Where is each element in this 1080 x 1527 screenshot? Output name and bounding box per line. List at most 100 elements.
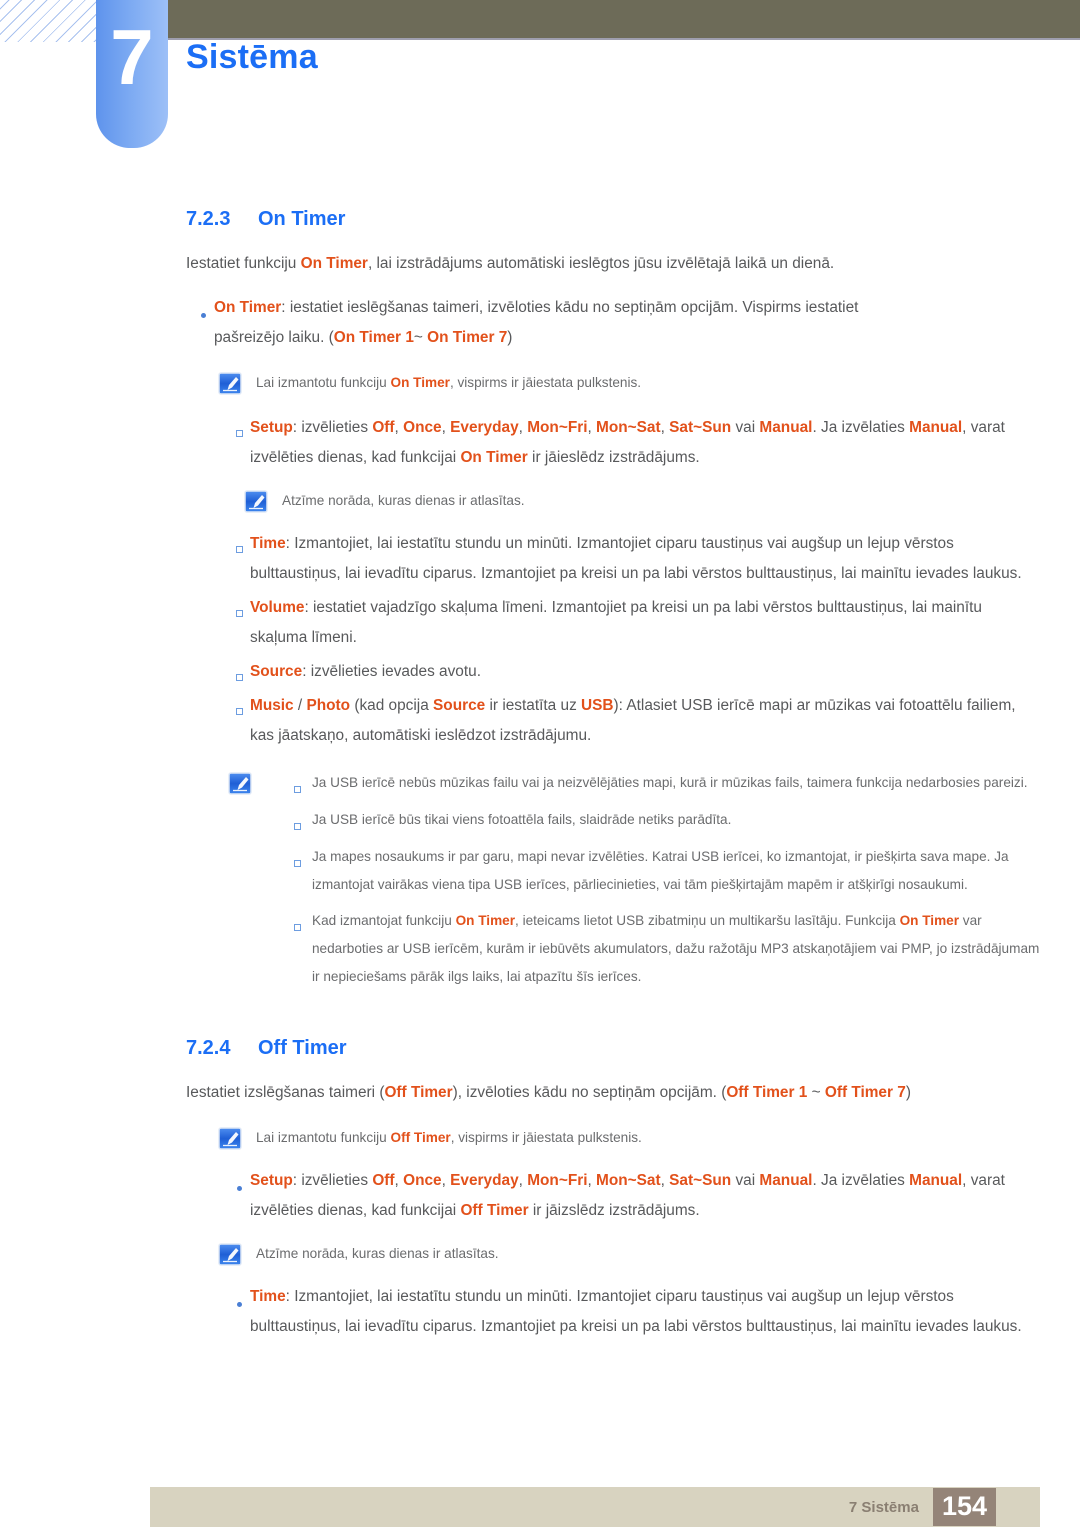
off-setup-option-manual: Manual [759, 1172, 813, 1189]
chapter-title: Sistēma [186, 38, 318, 76]
bullet-square-icon [286, 907, 308, 936]
on-timer-source-bullet: Source: izvēlieties ievades avotu. [228, 657, 1040, 687]
bullet-square-icon [228, 691, 250, 720]
off-setup-seg1: : izvēlieties [292, 1172, 373, 1189]
setup-seg3: . Ja izvēlaties [812, 419, 910, 436]
setup-option-mon-sat: Mon~Sat [596, 419, 661, 436]
off-intro-post: ) [905, 1084, 911, 1101]
off-setup-seg3: . Ja izvēlaties [812, 1172, 910, 1189]
intro-post: , lai izstrādājums automātiski ieslēgtos… [367, 255, 835, 272]
music-seg2: ir iestatīta uz [485, 697, 582, 714]
setup-on-timer-term: On Timer [460, 449, 528, 466]
section-heading-off-timer: 7.2.4 Off Timer [186, 1025, 1080, 1060]
off-timer-intro-paragraph: Iestatiet izslēgšanas taimeri (Off Timer… [186, 1078, 1046, 1108]
off-setup-option-mon-fri: Mon~Fri [527, 1172, 588, 1189]
bullet-square-icon [286, 843, 308, 872]
section-heading-on-timer: 7.2.3 On Timer [186, 196, 1080, 231]
footer-chapter-label: 7 Sistēma [848, 1498, 919, 1516]
note-usb-item-1: Ja USB ierīcē nebūs mūzikas failu vai ja… [286, 769, 1040, 798]
off-setup-term: Setup [250, 1172, 293, 1189]
note-usb-block: Ja USB ierīcē nebūs mūzikas failu vai ja… [228, 769, 1040, 991]
music-source-term: Source [433, 697, 486, 714]
off-setup-seg5: ir jāizslēdz izstrādājums. [528, 1202, 700, 1219]
off-note1-term: Off Timer [390, 1130, 451, 1145]
off-timer-range-sep: ~ [807, 1084, 825, 1101]
bullet-square-icon [286, 769, 308, 798]
setup-option-manual-2: Manual [909, 419, 963, 436]
time-term: Time [250, 535, 286, 552]
note-usb-item4-term2: On Timer [899, 913, 960, 928]
off-intro-term: Off Timer [384, 1084, 453, 1101]
note-usb-item4-term1: On Timer [455, 913, 516, 928]
note-pencil-icon [228, 772, 254, 796]
note-pencil-icon [244, 490, 270, 514]
note-usb-item-2-text: Ja USB ierīcē būs tikai viens fotoattēla… [312, 812, 732, 827]
off-timer-time-bullet: Time: Izmantojiet, lai iestatītu stundu … [228, 1282, 1040, 1342]
off-note1-post: , vispirms ir jāiestata pulkstenis. [450, 1130, 642, 1145]
bullet-square-icon [228, 657, 250, 686]
off-intro-mid: ), izvēloties kādu no septiņām opcijām. … [452, 1084, 727, 1101]
setup-option-sat-sun: Sat~Sun [669, 419, 732, 436]
off-setup-option-sat-sun: Sat~Sun [669, 1172, 732, 1189]
on-timer-line2-post: ) [507, 329, 513, 346]
off-setup-option-once: Once [403, 1172, 442, 1189]
page-footer: 7 Sistēma 154 [150, 1487, 1040, 1527]
footer-page-number: 154 [932, 1488, 996, 1526]
note-on-timer-checkmark-text: Atzīme norāda, kuras dienas ir atlasītas… [282, 493, 525, 508]
on-timer-range-sep: ~ [413, 329, 428, 346]
setup-option-manual: Manual [759, 419, 813, 436]
setup-option-everyday: Everyday [450, 419, 519, 436]
on-timer-range-start: On Timer 1 [333, 329, 414, 346]
off-setup-option-everyday: Everyday [450, 1172, 519, 1189]
music-seg1: (kad opcija [350, 697, 434, 714]
note1-term: On Timer [390, 375, 450, 390]
volume-body: : iestatiet vajadzīgo skaļuma līmeni. Iz… [250, 599, 982, 646]
section-number: 7.2.3 [186, 208, 231, 230]
footer-content: 7 Sistēma 154 [849, 1487, 996, 1527]
note-usb-item-3: Ja mapes nosaukums ir par garu, mapi nev… [286, 843, 1040, 899]
off-setup-seg2: vai [731, 1172, 760, 1189]
off-setup-option-off: Off [372, 1172, 395, 1189]
note-usb-item4-mid: , ieteicams lietot USB zibatmiņu un mult… [515, 913, 900, 928]
on-timer-line2-pre: pašreizējo laiku. ( [214, 329, 334, 346]
note1-post: , vispirms ir jāiestata pulkstenis. [449, 375, 642, 390]
note-pencil-icon [218, 372, 244, 396]
header-bar [150, 0, 1080, 38]
note-on-timer-clock-text: Lai izmantotu funkciju On Timer, vispirm… [252, 369, 641, 397]
bullet-dot-icon [192, 293, 214, 323]
off-setup-option-manual-2: Manual [909, 1172, 963, 1189]
bullet-dot-icon [228, 1166, 250, 1196]
music-photo-sep: / [293, 697, 307, 714]
setup-seg5: ir jāieslēdz izstrādājums. [527, 449, 700, 466]
source-term: Source [250, 663, 303, 680]
time-body: : Izmantojiet, lai iestatītu stundu un m… [250, 535, 1022, 582]
section-title: On Timer [258, 208, 346, 230]
on-timer-main-bullet: On Timer: iestatiet ieslēgšanas taimeri,… [192, 293, 1038, 353]
on-timer-music-photo-bullet: Music / Photo (kad opcija Source ir iest… [228, 691, 1040, 751]
note-pencil-icon [218, 1243, 244, 1267]
on-timer-line1: : iestatiet ieslēgšanas taimeri, izvēlot… [281, 299, 859, 316]
chapter-number-badge: 7 [96, 0, 168, 148]
intro-term: On Timer [300, 255, 368, 272]
setup-seg2: vai [731, 419, 760, 436]
note-on-timer-clock: Lai izmantotu funkciju On Timer, vispirm… [218, 369, 1038, 397]
on-timer-setup-bullet: Setup: izvēlieties Off, Once, Everyday, … [228, 413, 1040, 473]
note1-pre: Lai izmantotu funkciju [256, 375, 391, 390]
note-usb-item-3-text: Ja mapes nosaukums ir par garu, mapi nev… [312, 849, 1009, 892]
off-intro-pre: Iestatiet izslēgšanas taimeri ( [186, 1084, 385, 1101]
note-usb-item4-pre: Kad izmantojat funkciju [312, 913, 456, 928]
on-timer-volume-bullet: Volume: iestatiet vajadzīgo skaļuma līme… [228, 593, 1040, 653]
note-off-timer-clock: Lai izmantotu funkciju Off Timer, vispir… [218, 1124, 1038, 1152]
bullet-square-icon [228, 529, 250, 558]
bullet-square-icon [286, 806, 308, 835]
section-title: Off Timer [258, 1037, 347, 1059]
off-setup-option-mon-sat: Mon~Sat [596, 1172, 661, 1189]
music-usb-term: USB [581, 697, 614, 714]
note-off-timer-clock-text: Lai izmantotu funkciju Off Timer, vispir… [252, 1124, 642, 1152]
off-setup-off-timer-term: Off Timer [460, 1202, 529, 1219]
note-usb-item-2: Ja USB ierīcē būs tikai viens fotoattēla… [286, 806, 1040, 835]
off-timer-range-start: Off Timer 1 [726, 1084, 808, 1101]
note-on-timer-checkmark: Atzīme norāda, kuras dienas ir atlasītas… [244, 487, 1040, 515]
page-header: 7 Sistēma [0, 0, 1080, 160]
setup-option-mon-fri: Mon~Fri [527, 419, 588, 436]
